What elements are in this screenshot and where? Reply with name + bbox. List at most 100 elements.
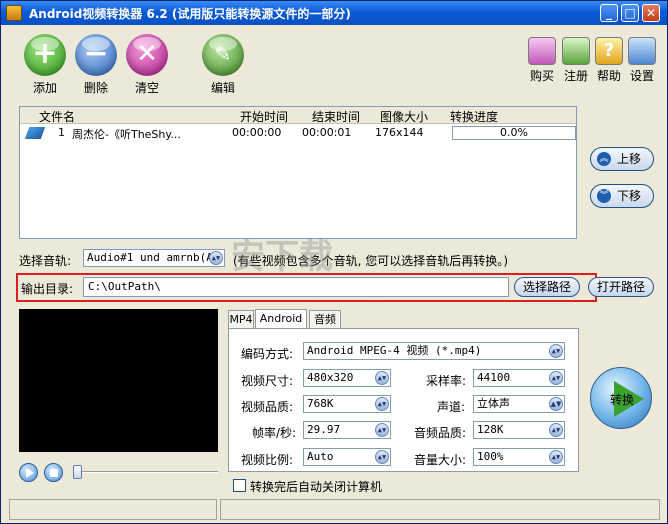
play-button[interactable]: [19, 463, 38, 482]
video-size-select[interactable]: 480x320 ▲▼: [303, 369, 391, 387]
row-index: 1: [58, 126, 65, 139]
edit-button[interactable]: ✎ 编辑: [201, 34, 245, 96]
chevron-down-icon[interactable]: ▲▼: [375, 371, 389, 385]
x-icon: ✕: [126, 34, 168, 76]
sample-rate-label: 采样率:: [426, 374, 467, 388]
register-label: 注册: [563, 69, 588, 83]
tools-icon: [628, 37, 656, 65]
col-end-time[interactable]: 结束时间: [312, 108, 360, 125]
row-start-time: 00:00:00: [232, 126, 282, 139]
stop-button[interactable]: [44, 463, 63, 482]
edit-icon: ✎: [202, 34, 244, 76]
convert-label: 转换: [609, 393, 634, 407]
delete-label: 删除: [83, 81, 108, 95]
close-button[interactable]: ✕: [642, 4, 660, 22]
output-dir-input[interactable]: C:\OutPath\: [83, 277, 509, 297]
chevron-down-icon[interactable]: ▲▼: [549, 397, 563, 411]
audio-track-value: Audio#1 und amrnb(Ad: [87, 251, 220, 264]
col-progress[interactable]: 转换进度: [450, 108, 498, 125]
maximize-button[interactable]: □: [621, 4, 639, 22]
title-bar[interactable]: Android视频转换器 6.2 (试用版只能转换源文件的一部分) _ □ ✕: [1, 1, 667, 25]
register-button[interactable]: 注册: [561, 37, 591, 84]
watermark: 安下载: [231, 237, 333, 277]
volume-value: 100%: [477, 450, 504, 463]
double-chevron-down-icon: ︾: [597, 189, 611, 203]
delete-button[interactable]: − 删除: [74, 34, 118, 96]
question-icon: ?: [595, 37, 623, 65]
row-end-time: 00:00:01: [302, 126, 352, 139]
sample-rate-select[interactable]: 44100 ▲▼: [473, 369, 565, 387]
output-dir-label: 输出目录:: [21, 282, 74, 296]
volume-label: 音量大小:: [414, 453, 467, 467]
help-label: 帮助: [596, 69, 621, 83]
video-quality-label: 视频品质:: [241, 400, 294, 414]
video-quality-value: 768K: [307, 397, 334, 410]
settings-label: 设置: [629, 69, 654, 83]
add-label: 添加: [32, 81, 57, 95]
chevron-down-icon[interactable]: ▲▼: [549, 450, 563, 464]
convert-button[interactable]: 转换: [590, 367, 652, 429]
tab-android[interactable]: Android: [255, 309, 307, 329]
chevron-down-icon[interactable]: ▲▼: [375, 450, 389, 464]
chevron-down-icon[interactable]: ▲▼: [549, 344, 563, 358]
edit-label: 编辑: [210, 81, 235, 95]
key-icon: [562, 37, 590, 65]
volume-select[interactable]: 100% ▲▼: [473, 448, 565, 466]
audio-quality-label: 音频品质:: [414, 426, 467, 440]
play-icon: [26, 468, 34, 478]
chevron-down-icon[interactable]: ▲▼: [549, 371, 563, 385]
move-up-label: 上移: [617, 152, 642, 166]
tab-mp4[interactable]: MP4: [228, 310, 254, 329]
video-preview: [19, 309, 218, 452]
video-quality-select[interactable]: 768K ▲▼: [303, 395, 391, 413]
tab-audio[interactable]: 音频: [309, 310, 341, 329]
open-path-button[interactable]: 打开路径: [588, 277, 654, 297]
clear-label: 清空: [134, 81, 159, 95]
fps-select[interactable]: 29.97 ▲▼: [303, 421, 391, 439]
shutdown-label: 转换完后自动关闭计算机: [250, 480, 383, 494]
video-size-label: 视频尺寸:: [241, 374, 294, 388]
move-up-button[interactable]: ︽ 上移: [590, 147, 654, 171]
move-down-button[interactable]: ︾ 下移: [590, 184, 654, 208]
chevron-down-icon[interactable]: ▲▼: [549, 423, 563, 437]
add-button[interactable]: + 添加: [23, 34, 67, 96]
audio-track-select[interactable]: Audio#1 und amrnb(Ad ▲▼: [83, 249, 225, 267]
audio-quality-select[interactable]: 128K ▲▼: [473, 421, 565, 439]
buy-label: 购买: [529, 69, 554, 83]
settings-button[interactable]: 设置: [627, 37, 657, 84]
row-filename: 周杰伦-《听TheShy...: [72, 128, 181, 141]
chevron-down-icon[interactable]: ▲▼: [375, 397, 389, 411]
choose-path-button[interactable]: 选择路径: [514, 277, 580, 297]
slider-thumb[interactable]: [73, 465, 82, 479]
channel-select[interactable]: 立体声 ▲▼: [473, 395, 565, 413]
playback-slider[interactable]: [73, 465, 218, 479]
aspect-ratio-select[interactable]: Auto ▲▼: [303, 448, 391, 466]
col-start-time[interactable]: 开始时间: [240, 108, 288, 125]
aspect-ratio-label: 视频比例:: [241, 453, 294, 467]
cart-icon: [528, 37, 556, 65]
help-button[interactable]: ? 帮助: [594, 37, 624, 84]
col-image-size[interactable]: 图像大小: [380, 108, 428, 125]
status-bar-right: [220, 499, 660, 520]
codec-select[interactable]: Android MPEG-4 视频 (*.mp4) ▲▼: [303, 342, 565, 360]
fps-value: 29.97: [307, 423, 341, 436]
double-chevron-up-icon: ︽: [597, 152, 611, 166]
minus-icon: −: [75, 34, 117, 76]
chevron-down-icon[interactable]: ▲▼: [375, 423, 389, 437]
stop-icon: [50, 469, 58, 477]
aspect-ratio-value: Auto: [307, 450, 334, 463]
col-filename[interactable]: 文件名: [39, 108, 75, 125]
clear-button[interactable]: ✕ 清空: [125, 34, 169, 96]
file-list[interactable]: 文件名 开始时间 结束时间 图像大小 转换进度 1 周杰伦-《听TheShy..…: [19, 106, 577, 239]
app-icon: [6, 5, 22, 21]
minimize-button[interactable]: _: [600, 4, 618, 22]
channel-label: 声道:: [437, 400, 466, 414]
video-size-value: 480x320: [307, 371, 354, 384]
shutdown-checkbox[interactable]: [233, 479, 246, 492]
chevron-down-icon[interactable]: ▲▼: [209, 251, 223, 265]
audio-track-label: 选择音轨:: [19, 254, 72, 268]
buy-button[interactable]: 购买: [527, 37, 557, 84]
row-image-size: 176x144: [375, 126, 424, 139]
window-title: Android视频转换器 6.2 (试用版只能转换源文件的一部分): [29, 7, 351, 21]
settings-panel: 编码方式: Android MPEG-4 视频 (*.mp4) ▲▼ 视频尺寸:…: [228, 328, 579, 472]
